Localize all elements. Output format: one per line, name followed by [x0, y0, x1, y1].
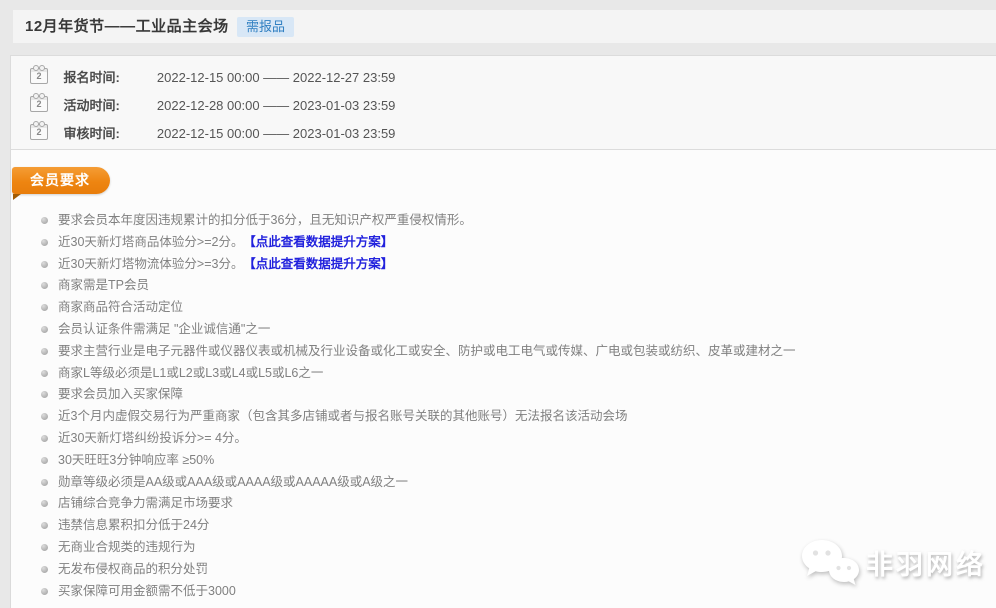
- requirement-item: 30天旺旺3分钟响应率 ≥50%: [11, 450, 996, 472]
- wechat-icon: [798, 536, 862, 588]
- date-label: 审核时间:: [63, 124, 135, 144]
- bullet-icon: [41, 217, 48, 224]
- bullet-icon: [41, 348, 48, 355]
- calendar-icon: 2: [30, 124, 48, 140]
- need-report-badge: 需报品: [237, 17, 294, 37]
- requirement-item: 商家需是TP会员: [11, 275, 996, 297]
- page-title: 12月年货节——工业品主会场: [25, 10, 229, 43]
- bullet-icon: [41, 304, 48, 311]
- requirement-item: 勋章等级必须是AA级或AAA级或AAAA级或AAAAA级或A级之一: [11, 472, 996, 494]
- bullet-icon: [41, 457, 48, 464]
- requirement-item: 会员认证条件需满足 "企业诚信通"之一: [11, 319, 996, 341]
- bullet-icon: [41, 261, 48, 268]
- requirement-text: 要求会员加入买家保障: [58, 387, 183, 401]
- bullet-icon: [41, 500, 48, 507]
- bullet-icon: [41, 544, 48, 551]
- date-panel: 2 报名时间: 2022-12-15 00:00 —— 2022-12-27 2…: [10, 55, 996, 150]
- requirement-text: 商家需是TP会员: [58, 278, 149, 292]
- date-value: 2022-12-28 00:00 —— 2023-01-03 23:59: [157, 98, 396, 113]
- requirement-text: 违禁信息累积扣分低于24分: [58, 518, 209, 532]
- watermark-text: 非羽网络: [866, 543, 986, 582]
- requirement-item: 要求会员加入买家保障: [11, 384, 996, 406]
- date-row-activity: 2 活动时间: 2022-12-28 00:00 —— 2023-01-03 2…: [30, 96, 996, 124]
- requirement-item: 商家L等级必须是L1或L2或L3或L4或L5或L6之一: [11, 363, 996, 385]
- bullet-icon: [41, 282, 48, 289]
- requirement-text: 要求会员本年度因违规累计的扣分低于36分，且无知识产权严重侵权情形。: [58, 213, 472, 227]
- requirement-text: 店铺综合竞争力需满足市场要求: [58, 496, 233, 510]
- requirement-item: 近30天新灯塔纠纷投诉分>= 4分。: [11, 428, 996, 450]
- bullet-icon: [41, 522, 48, 529]
- requirement-text: 30天旺旺3分钟响应率 ≥50%: [58, 453, 214, 467]
- requirement-item: 近30天新灯塔商品体验分>=2分。【点此查看数据提升方案】: [11, 232, 996, 254]
- bullet-icon: [41, 391, 48, 398]
- requirement-text: 无商业合规类的违规行为: [58, 540, 196, 554]
- bullet-icon: [41, 413, 48, 420]
- date-row-review: 2 审核时间: 2022-12-15 00:00 —— 2023-01-03 2…: [30, 124, 996, 152]
- bullet-icon: [41, 239, 48, 246]
- requirement-text: 勋章等级必须是AA级或AAA级或AAAA级或AAAAA级或A级之一: [58, 475, 408, 489]
- requirement-item: 商家商品符合活动定位: [11, 297, 996, 319]
- requirement-text: 要求主营行业是电子元器件或仪器仪表或机械及行业设备或化工或安全、防护或电工电气或…: [58, 344, 796, 358]
- requirement-text: 商家L等级必须是L1或L2或L3或L4或L5或L6之一: [58, 366, 323, 380]
- bullet-icon: [41, 588, 48, 595]
- requirement-item: 近30天新灯塔物流体验分>=3分。【点此查看数据提升方案】: [11, 254, 996, 276]
- requirement-item: 要求主营行业是电子元器件或仪器仪表或机械及行业设备或化工或安全、防护或电工电气或…: [11, 341, 996, 363]
- activity-detail-page: 12月年货节——工业品主会场 需报品 2 报名时间: 2022-12-15 00…: [0, 0, 996, 608]
- requirement-item: 近3个月内虚假交易行为严重商家（包含其多店铺或者与报名账号关联的其他账号）无法报…: [11, 406, 996, 428]
- date-value: 2022-12-15 00:00 —— 2022-12-27 23:59: [157, 70, 396, 85]
- requirement-text: 商家商品符合活动定位: [58, 300, 183, 314]
- requirement-text: 近30天新灯塔物流体验分>=3分。: [58, 257, 243, 271]
- data-improvement-link[interactable]: 【点此查看数据提升方案】: [249, 235, 393, 249]
- watermark: 非羽网络: [798, 536, 986, 588]
- data-improvement-link[interactable]: 【点此查看数据提升方案】: [249, 257, 393, 271]
- bullet-icon: [41, 566, 48, 573]
- titlebar: 12月年货节——工业品主会场 需报品: [13, 10, 996, 43]
- bullet-icon: [41, 370, 48, 377]
- calendar-icon: 2: [30, 68, 48, 84]
- requirement-text: 近30天新灯塔商品体验分>=2分。: [58, 235, 243, 249]
- date-label: 报名时间:: [63, 68, 135, 88]
- date-label: 活动时间:: [63, 96, 135, 116]
- bullet-icon: [41, 435, 48, 442]
- requirement-item: 违禁信息累积扣分低于24分: [11, 515, 996, 537]
- bullet-icon: [41, 479, 48, 486]
- section-ribbon: 会员要求: [12, 167, 110, 194]
- requirement-text: 买家保障可用金额需不低于3000: [58, 584, 236, 598]
- calendar-icon: 2: [30, 96, 48, 112]
- requirement-text: 近3个月内虚假交易行为严重商家（包含其多店铺或者与报名账号关联的其他账号）无法报…: [58, 409, 627, 423]
- requirement-text: 无发布侵权商品的积分处罚: [58, 562, 208, 576]
- date-row-signup: 2 报名时间: 2022-12-15 00:00 —— 2022-12-27 2…: [30, 68, 996, 96]
- requirement-item: 店铺综合竞争力需满足市场要求: [11, 493, 996, 515]
- requirement-text: 近30天新灯塔纠纷投诉分>= 4分。: [58, 431, 247, 445]
- requirement-text: 会员认证条件需满足 "企业诚信通"之一: [58, 322, 270, 336]
- bullet-icon: [41, 326, 48, 333]
- section-title: 会员要求: [30, 172, 90, 188]
- requirement-item: 要求会员本年度因违规累计的扣分低于36分，且无知识产权严重侵权情形。: [11, 210, 996, 232]
- date-value: 2022-12-15 00:00 —— 2023-01-03 23:59: [157, 126, 396, 141]
